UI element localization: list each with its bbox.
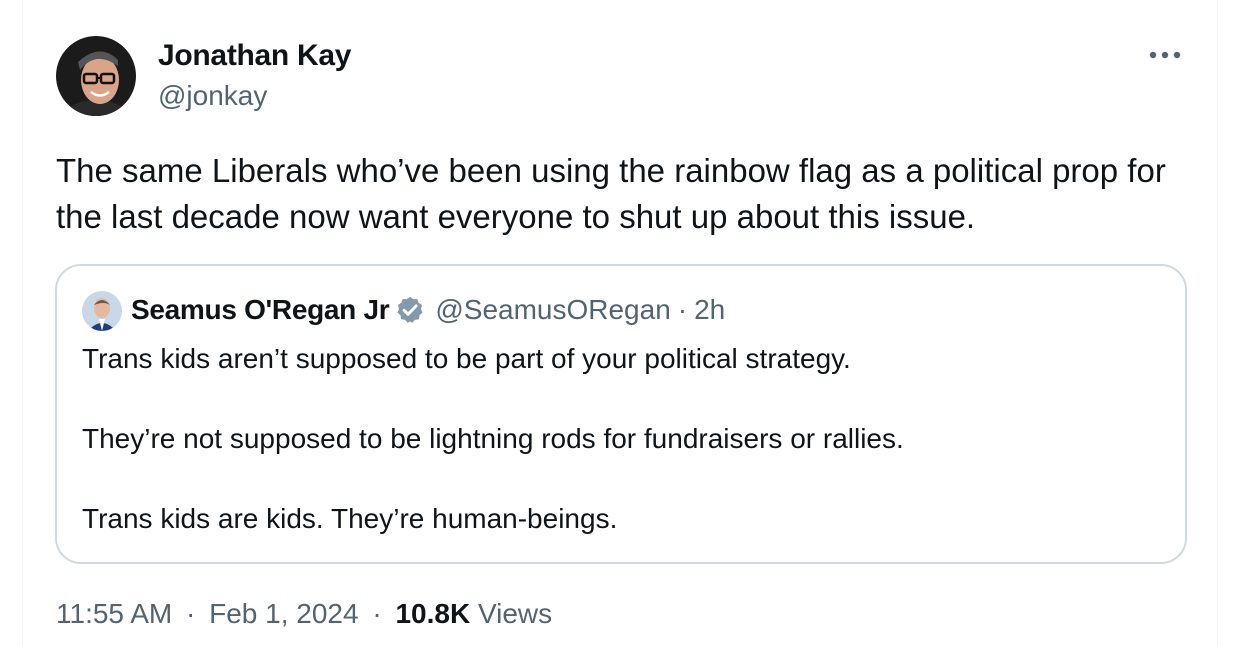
tweet-text: The same Liberals who’ve been using the … (56, 152, 1166, 235)
quoted-tweet-line-1: Trans kids aren’t supposed to be part of… (82, 343, 851, 374)
quoted-tweet-line-2: They’re not supposed to be lightning rod… (82, 423, 904, 454)
views-count: 10.8K (395, 598, 471, 629)
meta-separator: · (186, 598, 196, 629)
quoted-tweet-card[interactable]: Seamus O'Regan Jr @SeamusORegan · 2h Tra… (55, 264, 1187, 564)
tweet-timestamp[interactable]: 11:55 AM (56, 598, 172, 629)
quoted-author-name[interactable]: Seamus O'Regan Jr (131, 294, 390, 326)
tweet-metadata: 11:55 AM · Feb 1, 2024 · 10.8K Views (56, 598, 552, 630)
quoted-header-separator: · (677, 294, 688, 325)
author-avatar-image (56, 36, 136, 116)
verified-badge-icon (397, 296, 423, 323)
quoted-author-avatar-image (82, 291, 122, 331)
quoted-tweet-line-3: Trans kids are kids. They’re human-being… (82, 503, 618, 534)
quoted-tweet-header: Seamus O'Regan Jr @SeamusORegan · 2h (131, 294, 725, 326)
author-name[interactable]: Jonathan Kay (158, 39, 351, 73)
quoted-tweet-time[interactable]: 2h (694, 294, 725, 326)
author-avatar[interactable] (56, 36, 136, 116)
tweet-date[interactable]: Feb 1, 2024 (209, 598, 358, 629)
more-horizontal-icon (1149, 51, 1181, 59)
quoted-author-handle[interactable]: @SeamusORegan (435, 294, 670, 326)
quoted-author-avatar[interactable] (82, 291, 122, 331)
more-options-button[interactable] (1140, 40, 1190, 70)
meta-separator: · (372, 598, 382, 629)
views-label: Views (477, 598, 553, 629)
author-handle[interactable]: @jonkay (158, 80, 267, 112)
